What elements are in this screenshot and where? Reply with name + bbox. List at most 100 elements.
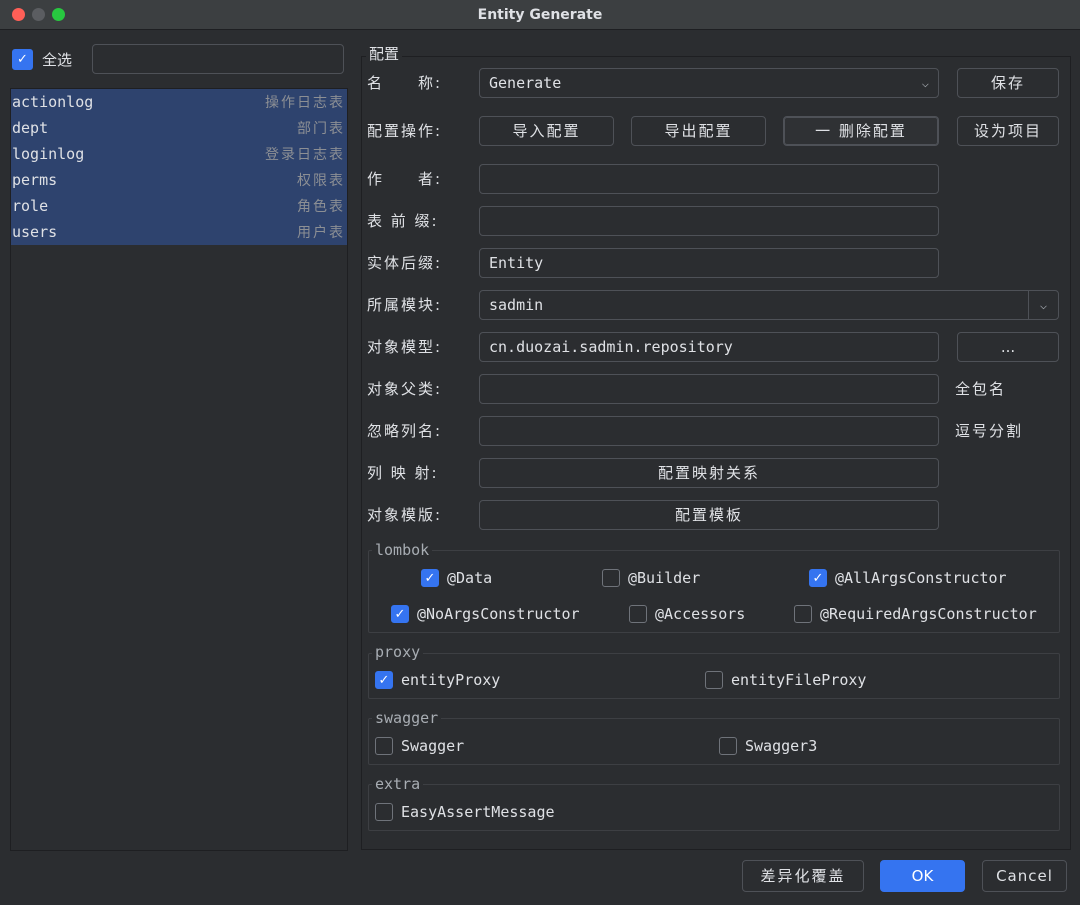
delete-config-button[interactable]: 一 删除配置 (783, 116, 939, 146)
table-name: users (12, 223, 58, 241)
table-comment: 登录日志表 (265, 147, 345, 163)
config-mapping-button[interactable]: 配置映射关系 (479, 458, 939, 488)
module-label: 所属模块: (367, 296, 443, 314)
checkbox[interactable]: ✓ (602, 569, 620, 587)
name-label: 名 称: (367, 74, 443, 92)
config-name-select[interactable]: Generate ⌵ (479, 68, 939, 98)
table-name: perms (12, 171, 58, 189)
table-prefix-input[interactable] (479, 206, 939, 236)
proxy-option[interactable]: ✓ entityProxy (375, 668, 500, 692)
check-icon: ✓ (394, 606, 406, 622)
option-label: @Data (447, 569, 493, 587)
set-project-button[interactable]: 设为项目 (957, 116, 1059, 146)
ignore-columns-input[interactable] (479, 416, 939, 446)
checkbox[interactable]: ✓ (391, 605, 409, 623)
check-icon: ✓ (424, 570, 436, 586)
package-label: 对象模型: (367, 338, 443, 356)
checkbox[interactable]: ✓ (421, 569, 439, 587)
table-comment: 角色表 (297, 199, 345, 215)
option-label: entityFileProxy (731, 671, 867, 689)
chevron-down-icon[interactable]: ⌵ (1028, 291, 1058, 319)
option-label: @AllArgsConstructor (835, 569, 1007, 587)
table-row[interactable]: role 角色表 (11, 193, 347, 219)
swagger-title: swagger (372, 709, 442, 727)
checkbox[interactable]: ✓ (705, 671, 723, 689)
swagger-section (368, 718, 1060, 765)
checkbox[interactable]: ✓ (809, 569, 827, 587)
config-name-value: Generate (489, 74, 562, 92)
package-input[interactable]: cn.duozai.sadmin.repository (479, 332, 939, 362)
config-template-button[interactable]: 配置模板 (479, 500, 939, 530)
module-value: sadmin (489, 296, 544, 314)
ignore-columns-hint: 逗号分割 (955, 422, 1024, 440)
lombok-option[interactable]: ✓ @AllArgsConstructor (809, 566, 1007, 590)
lombok-option[interactable]: ✓ @Data (421, 566, 492, 590)
option-label: EasyAssertMessage (401, 803, 555, 821)
checkbox[interactable]: ✓ (719, 737, 737, 755)
checkbox[interactable]: ✓ (375, 803, 393, 821)
checkbox[interactable]: ✓ (629, 605, 647, 623)
lombok-title: lombok (372, 541, 433, 559)
proxy-option[interactable]: ✓ entityFileProxy (705, 668, 866, 692)
lombok-option[interactable]: ✓ @RequiredArgsConstructor (794, 602, 1037, 626)
author-label: 作 者: (367, 170, 443, 188)
module-select[interactable]: sadmin ⌵ (479, 290, 1059, 320)
option-label: Swagger (401, 737, 465, 755)
extra-option[interactable]: ✓ EasyAssertMessage (375, 800, 555, 824)
template-label: 对象模版: (367, 506, 443, 524)
checkbox[interactable]: ✓ (375, 737, 393, 755)
column-mapping-label: 列 映 射: (367, 464, 439, 482)
table-comment: 部门表 (297, 121, 345, 137)
option-label: @Accessors (655, 605, 746, 623)
export-config-button[interactable]: 导出配置 (631, 116, 766, 146)
option-label: @NoArgsConstructor (417, 605, 580, 623)
swagger-option[interactable]: ✓ Swagger (375, 734, 464, 758)
lombok-option[interactable]: ✓ @Builder (602, 566, 700, 590)
table-name: dept (12, 119, 49, 137)
table-row[interactable]: dept 部门表 (11, 115, 347, 141)
option-label: Swagger3 (745, 737, 818, 755)
checkbox[interactable]: ✓ (794, 605, 812, 623)
config-ops-label: 配置操作: (367, 122, 443, 140)
table-comment: 用户表 (297, 225, 345, 241)
table-name: loginlog (12, 145, 85, 163)
select-all-checkbox[interactable]: ✓ (12, 48, 33, 70)
table-row[interactable]: actionlog 操作日志表 (11, 89, 347, 115)
import-config-button[interactable]: 导入配置 (479, 116, 614, 146)
swagger-option[interactable]: ✓ Swagger3 (719, 734, 817, 758)
table-row[interactable]: users 用户表 (11, 219, 347, 245)
ignore-columns-label: 忽略列名: (367, 422, 443, 440)
table-comment: 权限表 (297, 173, 345, 189)
lombok-option[interactable]: ✓ @NoArgsConstructor (391, 602, 580, 626)
table-name: role (12, 197, 49, 215)
ok-button[interactable]: OK (880, 860, 965, 892)
browse-package-button[interactable]: ... (957, 332, 1059, 362)
check-icon: ✓ (378, 672, 390, 688)
parent-class-label: 对象父类: (367, 380, 443, 398)
table-name: actionlog (12, 93, 94, 111)
window-title: Entity Generate (477, 7, 603, 23)
config-group-title: 配置 (366, 43, 403, 64)
author-input[interactable] (479, 164, 939, 194)
table-comment: 操作日志表 (265, 95, 345, 111)
entity-suffix-label: 实体后缀: (367, 254, 443, 272)
entity-suffix-input[interactable]: Entity (479, 248, 939, 278)
save-button[interactable]: 保存 (957, 68, 1059, 98)
table-row[interactable]: perms 权限表 (11, 167, 347, 193)
table-row[interactable]: loginlog 登录日志表 (11, 141, 347, 167)
cancel-button[interactable]: Cancel (982, 860, 1067, 892)
parent-class-input[interactable] (479, 374, 939, 404)
option-label: @Builder (628, 569, 701, 587)
parent-class-hint: 全包名 (955, 380, 1007, 398)
lombok-option[interactable]: ✓ @Accessors (629, 602, 745, 626)
check-icon: ✓ (812, 570, 824, 586)
extra-title: extra (372, 775, 424, 793)
proxy-title: proxy (372, 643, 424, 661)
select-all-row[interactable]: ✓ 全选 (12, 44, 72, 74)
check-icon: ✓ (17, 51, 28, 67)
diff-overwrite-button[interactable]: 差异化覆盖 (742, 860, 864, 892)
select-all-label: 全选 (42, 50, 73, 69)
table-filter-input[interactable] (92, 44, 344, 74)
checkbox[interactable]: ✓ (375, 671, 393, 689)
option-label: @RequiredArgsConstructor (820, 605, 1037, 623)
